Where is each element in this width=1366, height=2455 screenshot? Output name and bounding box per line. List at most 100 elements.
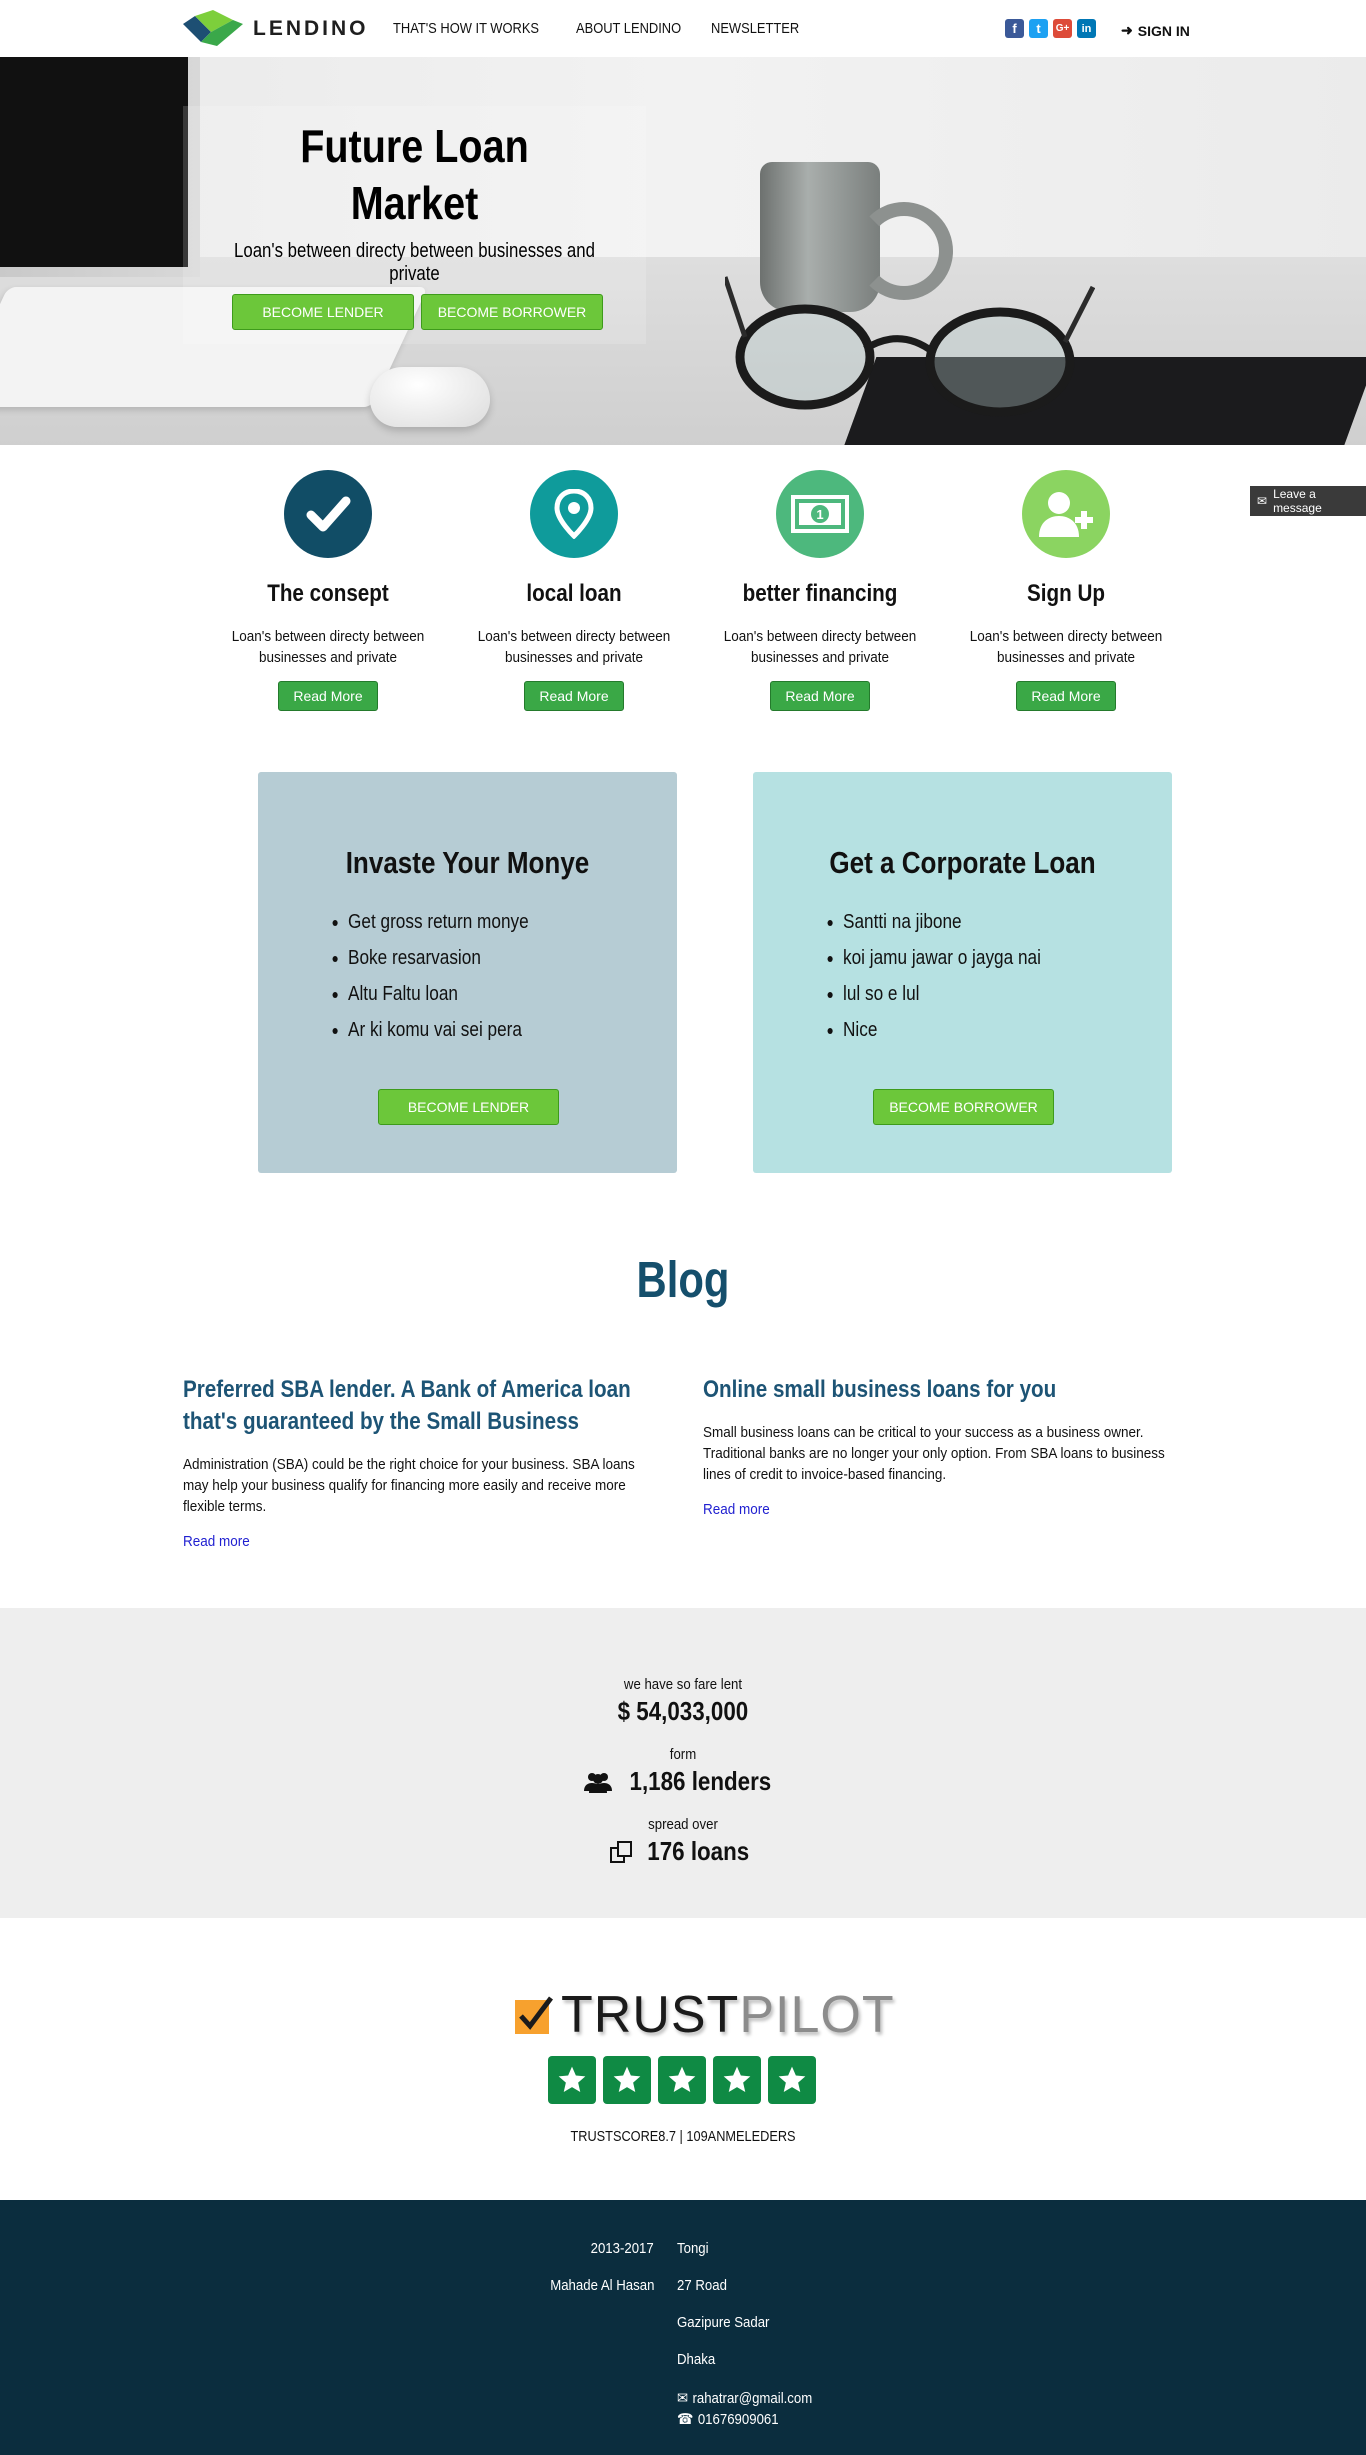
hero-mouse-image [370,367,490,427]
envelope-icon: ✉ [1257,494,1268,508]
map-pin-icon [530,470,618,558]
stat-label: spread over [648,1816,718,1833]
blog-read-more-link[interactable]: Read more [183,1533,606,1550]
offer-title: Get a Corporate Loan [829,845,1096,880]
hero-glasses-image [725,276,1095,417]
footer-name: Mahade Al Hasan [549,2277,654,2294]
star-icon [548,2056,596,2104]
feature-sign-up: Sign Up Loan's between directy between b… [943,470,1189,711]
social-links: f t G+ in [1005,19,1096,38]
offer-title: Invaste Your Monye [345,845,590,880]
stat-value-text: 1,186 lenders [629,1766,771,1796]
hero-title-line1: Future Loan [300,120,529,172]
trustpilot-check-icon [515,1996,553,2034]
copy-icon [609,1840,632,1863]
footer-address-line: Dhaka [677,2351,716,2368]
lendino-logo-icon [183,10,243,46]
offer-list-item: Santti na jibone [843,904,1041,940]
navbar: LENDINO THAT'S HOW IT WORKS ABOUT LENDIN… [0,0,1366,57]
stats-section: we have so fare lent $ 54,033,000 form 1… [0,1608,1366,1918]
trustpilot-word-trust: TRUST [561,1986,740,2044]
blog-heading: Blog [636,1251,730,1308]
blog-read-more-link[interactable]: Read more [703,1501,1126,1518]
offer-list-item: koi jamu jawar o jayga nai [843,940,1041,976]
linkedin-icon[interactable]: in [1077,19,1096,38]
facebook-icon[interactable]: f [1005,19,1024,38]
logo-text: LENDINO [253,17,369,40]
hero-monitor-image [0,57,200,277]
feature-title: Sign Up [1027,580,1105,607]
check-icon [284,470,372,558]
feature-consept: The consept Loan's between directy betwe… [205,470,451,711]
nav-link-about[interactable]: ABOUT LENDINO [576,20,681,37]
offer-list-item: Get gross return monye [348,904,529,940]
stat-value-text: $ 54,033,000 [617,1696,749,1726]
read-more-button[interactable]: Read More [524,681,624,711]
blog-post: Preferred SBA lender. A Bank of America … [183,1374,653,1550]
feature-desc: Loan's between directy between businesse… [477,628,671,666]
star-icon [603,2056,651,2104]
offer-box-invest: Invaste Your Monye Get gross return mony… [258,772,677,1173]
read-more-button[interactable]: Read More [1016,681,1116,711]
offer-list-item: lul so e lul [843,976,1041,1012]
offer-list-item: Ar ki komu vai sei pera [348,1012,529,1048]
footer-phone-text: 01676909061 [697,2410,779,2428]
star-icon [658,2056,706,2104]
feature-title: local loan [526,580,622,607]
user-plus-icon [1022,470,1110,558]
footer: 2013-2017 Mahade Al Hasan Tongi 27 Road … [0,2200,1366,2455]
read-more-button[interactable]: Read More [770,681,870,711]
sign-in-label: SIGN IN [1137,22,1190,39]
blog-post-title[interactable]: Online small business loans for you [703,1374,1172,1406]
feature-local-loan: local loan Loan's between directy betwee… [451,470,697,711]
trustpilot-logo[interactable]: TRUST PILOT [515,1985,895,2045]
twitter-icon[interactable]: t [1029,19,1048,38]
offer-box-corporate: Get a Corporate Loan Santti na jibone ko… [753,772,1172,1173]
google-plus-icon[interactable]: G+ [1053,19,1072,38]
feature-desc: Loan's between directy between businesse… [969,628,1163,666]
money-icon: 1 [776,470,864,558]
hero-title-line2: Market [350,177,479,229]
leave-message-tab[interactable]: ✉ Leave a message [1250,486,1366,516]
footer-phone[interactable]: ☎ 01676909061 [677,2410,779,2429]
stat-value-lenders: 1,186 lenders [0,1766,1366,1797]
nav-link-how-it-works[interactable]: THAT'S HOW IT WORKS [393,20,539,37]
trustpilot-stars [548,2056,816,2104]
stat-label: form [669,1746,697,1763]
offer-become-lender-button[interactable]: BECOME LENDER [378,1089,559,1125]
offer-list-item: Nice [843,1012,1041,1048]
hero-become-lender-button[interactable]: BECOME LENDER [232,294,414,330]
trustpilot-score: TRUSTSCORE8.7 | 109ANMELEDERS [570,2128,796,2145]
footer-years: 2013-2017 [590,2240,654,2257]
blog-post-body: Small business loans can be critical to … [703,1424,1165,1483]
offer-become-borrower-button[interactable]: BECOME BORROWER [873,1089,1054,1125]
blog-post: Online small business loans for you Smal… [703,1374,1173,1518]
feature-title: better financing [742,580,898,607]
hero-title: Future Loan Market [215,118,613,232]
leave-message-label: Leave a message [1273,487,1322,515]
blog-post-title[interactable]: Preferred SBA lender. A Bank of America … [183,1374,652,1438]
footer-address-line: Tongi [677,2240,709,2257]
footer-email[interactable]: ✉ rahatrar@gmail.com [677,2389,813,2408]
footer-address-line: Gazipure Sadar [677,2314,770,2331]
stat-value-lent: $ 54,033,000 [0,1696,1366,1727]
nav-links: THAT'S HOW IT WORKS ABOUT LENDINO NEWSLE… [393,20,814,37]
feature-better-financing: 1 better financing Loan's between direct… [697,470,943,711]
envelope-icon: ✉ [677,2390,689,2407]
offer-list: Get gross return monye Boke resarvasion … [326,904,558,1048]
logo[interactable]: LENDINO [183,10,369,48]
star-icon [768,2056,816,2104]
sign-in-link[interactable]: ➜ SIGN IN [1121,22,1190,39]
svg-text:1: 1 [816,507,823,522]
footer-address-line: 27 Road [677,2277,727,2294]
read-more-button[interactable]: Read More [278,681,378,711]
trustpilot-word-pilot: PILOT [739,1986,895,2044]
nav-link-newsletter[interactable]: NEWSLETTER [711,20,799,37]
sign-in-icon: ➜ [1121,22,1133,38]
feature-desc: Loan's between directy between businesse… [723,628,917,666]
footer-email-text: rahatrar@gmail.com [692,2389,813,2407]
offer-list: Santti na jibone koi jamu jawar o jayga … [821,904,1073,1048]
feature-desc: Loan's between directy between businesse… [231,628,425,666]
stat-value-loans: 176 loans [0,1836,1366,1867]
hero-become-borrower-button[interactable]: BECOME BORROWER [421,294,603,330]
